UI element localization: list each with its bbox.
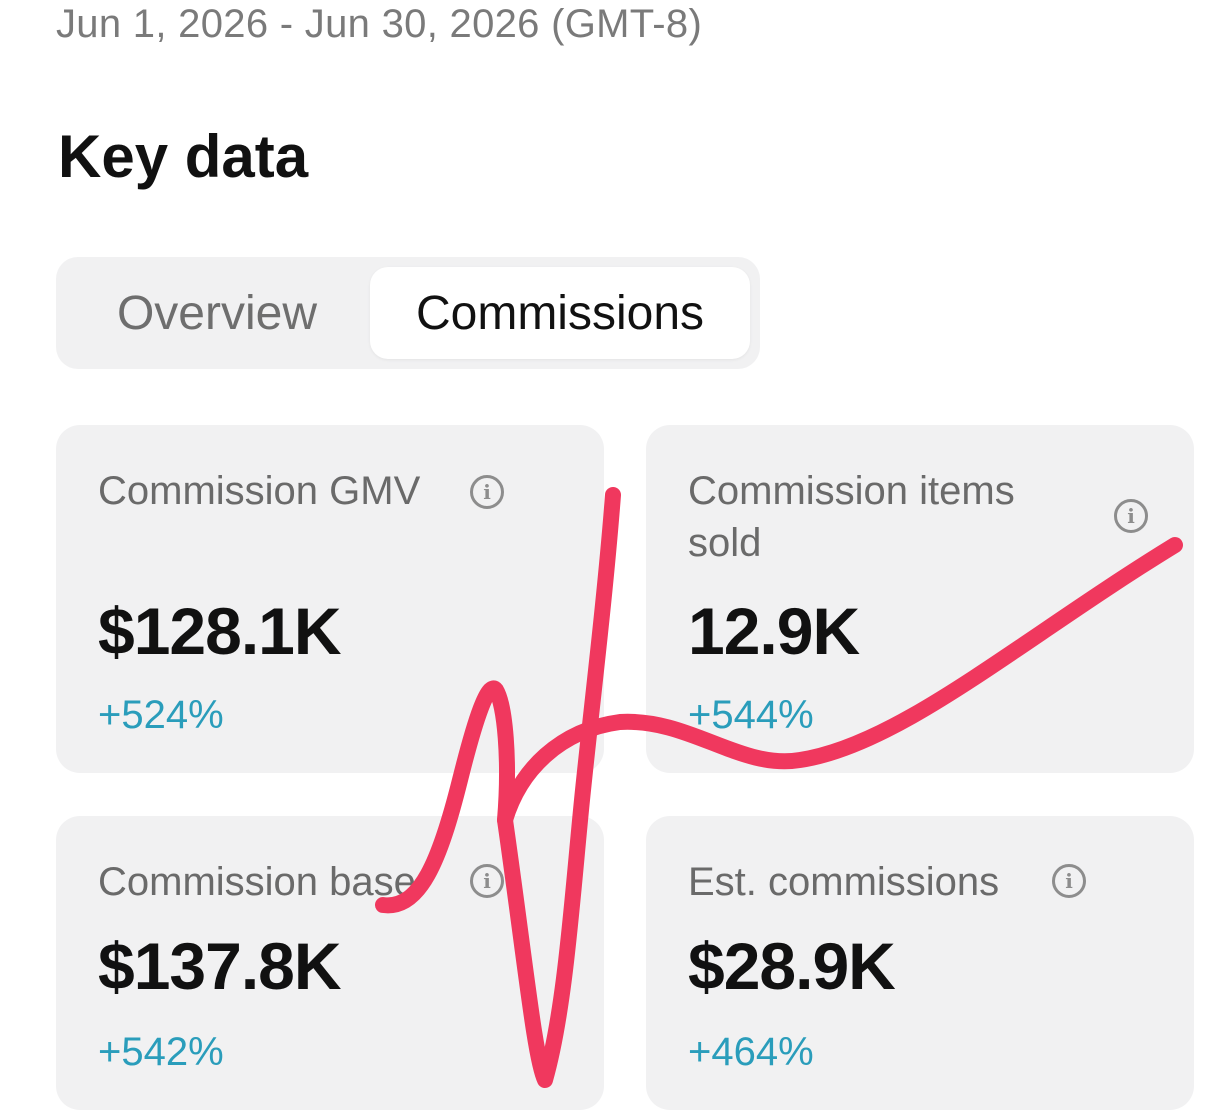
metric-label: Est. commissions [688, 860, 1000, 904]
metric-value: $137.8K [98, 929, 342, 1003]
tab-commissions[interactable]: Commissions [370, 267, 750, 359]
date-range[interactable]: Jun 1, 2026 - Jun 30, 2026 (GMT-8) [56, 2, 702, 47]
section-title: Key data [58, 123, 309, 190]
metric-label: Commission base [98, 860, 416, 904]
metric-card-commission-base[interactable]: Commission base i $137.8K +542% [56, 816, 604, 1110]
info-icon[interactable]: i [1052, 864, 1086, 898]
metric-change: +542% [98, 1030, 224, 1074]
metric-change: +544% [688, 693, 814, 737]
tab-switcher: Overview Commissions [56, 257, 760, 369]
info-icon[interactable]: i [470, 864, 504, 898]
metric-value: 12.9K [688, 594, 860, 668]
metric-label: Commission GMV [98, 469, 421, 513]
metric-value: $28.9K [688, 929, 896, 1003]
metric-value: $128.1K [98, 594, 342, 668]
metric-label: Commission items sold [688, 469, 1015, 565]
metric-card-commission-gmv[interactable]: Commission GMV i $128.1K +524% [56, 425, 604, 773]
metric-card-commission-items-sold[interactable]: Commission items sold i 12.9K +544% [646, 425, 1194, 773]
metric-card-est-commissions[interactable]: Est. commissions i $28.9K +464% [646, 816, 1194, 1110]
metric-change: +464% [688, 1030, 814, 1074]
key-data-page: Jun 1, 2026 - Jun 30, 2026 (GMT-8) Key d… [0, 0, 1206, 1120]
metric-change: +524% [98, 693, 224, 737]
info-icon[interactable]: i [470, 475, 504, 509]
info-icon[interactable]: i [1114, 499, 1148, 533]
tab-overview[interactable]: Overview [64, 267, 370, 359]
